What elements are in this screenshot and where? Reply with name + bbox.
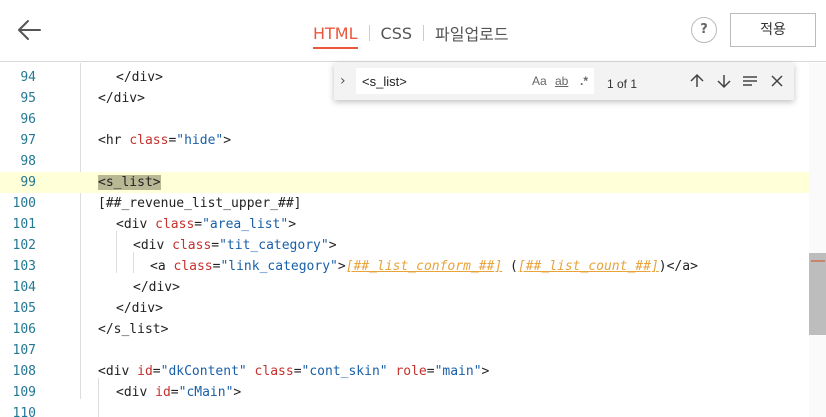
code-text: <hr class="hide">: [98, 133, 232, 148]
current-line: 99 <s_list>: [0, 172, 826, 193]
line-number: 97: [20, 133, 36, 148]
close-icon[interactable]: [767, 71, 787, 91]
next-match-arrow-down-icon[interactable]: [714, 71, 734, 91]
code-line: 105 </div>: [0, 298, 826, 319]
line-number: 98: [20, 154, 36, 169]
line-number: 103: [12, 259, 36, 274]
code-text: <div id="cMain">: [116, 385, 242, 400]
line-number: 110: [12, 406, 36, 417]
toggle-replace-chevron-icon[interactable]: ›: [340, 73, 346, 89]
code-text: <a class="link_category">[##_list_confor…: [150, 259, 698, 274]
match-count: 1 of 1: [607, 77, 638, 91]
code-editor[interactable]: 94 </div> 95 </div> 96 97 <hr class="hid…: [0, 63, 826, 417]
code-line: 106 </s_list>: [0, 319, 826, 340]
line-number: 104: [12, 280, 36, 295]
code-text: </div>: [98, 91, 145, 106]
line-number: 96: [20, 112, 36, 127]
whole-word-icon[interactable]: ab: [555, 74, 568, 88]
line-number: 108: [12, 364, 36, 379]
line-number: 99: [20, 175, 36, 190]
code-text: </s_list>: [98, 322, 169, 337]
tab-html[interactable]: HTML: [313, 24, 358, 49]
code-line: 107: [0, 340, 826, 361]
code-text: <div class="area_list">: [116, 217, 297, 232]
code-text: <s_list>: [98, 172, 161, 193]
code-line: 102 <div class="tit_category">: [0, 235, 826, 256]
find-in-selection-icon[interactable]: [740, 71, 760, 91]
code-line: 98: [0, 151, 826, 172]
code-line: 101 <div class="area_list">: [0, 214, 826, 235]
tab-file-upload[interactable]: 파일업로드: [435, 21, 509, 45]
line-number: 102: [12, 238, 36, 253]
code-line: 97 <hr class="hide">: [0, 130, 826, 151]
line-number: 105: [12, 301, 36, 316]
editor-header: HTML CSS 파일업로드 ? 적용: [0, 0, 826, 62]
code-text: </div>: [116, 301, 163, 316]
code-text: <div id="dkContent" class="cont_skin" ro…: [98, 364, 490, 379]
vertical-scrollbar[interactable]: [809, 63, 826, 417]
line-number: 106: [12, 322, 36, 337]
editor-tabs: HTML CSS 파일업로드: [313, 21, 509, 49]
match-case-icon[interactable]: Aa: [532, 74, 547, 88]
line-number: 101: [12, 217, 36, 232]
code-line: 108 <div id="dkContent" class="cont_skin…: [0, 361, 826, 382]
code-text: </div>: [133, 280, 180, 295]
line-number: 107: [12, 343, 36, 358]
search-match: <s_list>: [98, 175, 161, 190]
code-line: 110: [0, 403, 826, 417]
tab-divider: [423, 25, 425, 41]
line-number: 95: [20, 91, 36, 106]
code-line: 103 <a class="link_category">[##_list_co…: [0, 256, 826, 277]
previous-match-arrow-up-icon[interactable]: [687, 71, 707, 91]
code-line: 96: [0, 109, 826, 130]
help-button[interactable]: ?: [691, 17, 717, 43]
scrollbar-thumb[interactable]: [809, 253, 826, 335]
code-line: 100 [##_revenue_list_upper_##]: [0, 193, 826, 214]
code-text: </div>: [116, 70, 163, 85]
code-line: 109 <div id="cMain">: [0, 382, 826, 403]
line-number: 109: [12, 385, 36, 400]
code-line: 104 </div>: [0, 277, 826, 298]
code-text: <div class="tit_category">: [133, 238, 337, 253]
find-widget: › Aa ab .* 1 of 1: [334, 63, 794, 100]
line-number: 94: [20, 70, 36, 85]
tab-css[interactable]: CSS: [381, 24, 412, 43]
line-number: 100: [12, 196, 36, 211]
template-variable: [##_revenue_list_upper_##]: [98, 196, 302, 211]
regex-icon[interactable]: .*: [580, 74, 588, 88]
back-arrow-icon[interactable]: [14, 14, 46, 46]
apply-button[interactable]: 적용: [730, 13, 816, 47]
tab-divider: [368, 25, 370, 41]
scrollbar-match-marker: [811, 260, 825, 262]
